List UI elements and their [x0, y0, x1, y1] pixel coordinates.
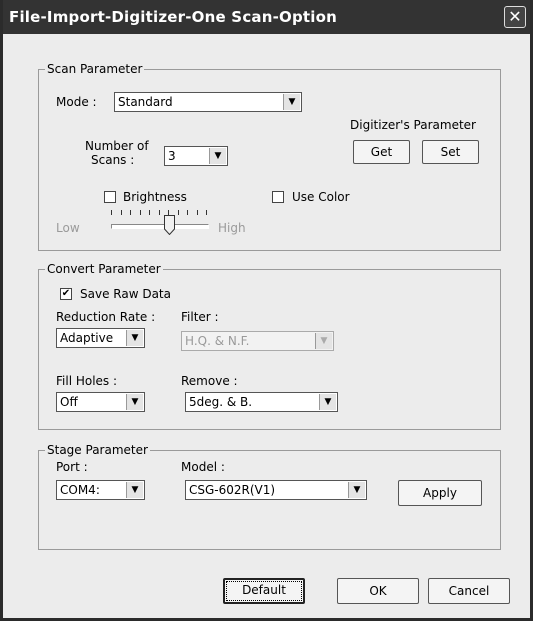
model-label: Model : — [181, 460, 225, 474]
scans-select[interactable]: 3 ▼ — [164, 146, 228, 166]
digitizer-parameter-label: Digitizer's Parameter — [350, 118, 476, 132]
filter-select[interactable]: H.Q. & N.F. ▼ — [181, 331, 334, 351]
use-color-checkbox[interactable] — [272, 191, 284, 203]
slider-tick — [111, 210, 112, 215]
brightness-label: Brightness — [123, 190, 187, 204]
model-value: CSG-602R(V1) — [189, 483, 276, 497]
scans-label: Scans : — [91, 153, 135, 167]
port-select[interactable]: COM4: ▼ — [56, 480, 145, 500]
chevron-down-icon[interactable]: ▼ — [283, 94, 300, 110]
default-button[interactable]: Default — [223, 578, 305, 604]
brightness-checkbox[interactable] — [104, 191, 116, 203]
convert-parameter-title: Convert Parameter — [45, 262, 163, 276]
ok-button[interactable]: OK — [337, 578, 419, 604]
filter-label: Filter : — [181, 310, 219, 324]
filter-value: H.Q. & N.F. — [185, 334, 250, 348]
get-button[interactable]: Get — [353, 140, 410, 164]
window-title: File-Import-Digitizer-One Scan-Option — [9, 8, 338, 26]
chevron-down-icon[interactable]: ▼ — [126, 330, 143, 346]
chevron-down-icon[interactable]: ▼ — [348, 482, 365, 498]
chevron-down-icon[interactable]: ▼ — [126, 394, 143, 410]
stage-parameter-group: Stage Parameter Port : COM4: ▼ Model : C… — [38, 443, 501, 550]
slider-tick — [187, 210, 188, 215]
slider-tick — [177, 210, 179, 215]
slider-tick — [196, 210, 198, 215]
fill-holes-label: Fill Holes : — [56, 374, 118, 388]
reduction-rate-label: Reduction Rate : — [56, 310, 156, 324]
reduction-rate-value: Adaptive — [60, 331, 114, 345]
fill-holes-select[interactable]: Off ▼ — [56, 392, 145, 412]
save-raw-data-checkbox[interactable]: ✔ — [60, 288, 72, 300]
reduction-rate-select[interactable]: Adaptive ▼ — [56, 328, 145, 348]
port-label: Port : — [56, 460, 88, 474]
convert-parameter-group: Convert Parameter ✔ Save Raw Data Reduct… — [38, 262, 501, 430]
use-color-label: Use Color — [292, 190, 350, 204]
apply-button[interactable]: Apply — [398, 480, 482, 506]
high-label: High — [218, 221, 246, 235]
number-of-scans-label: Number of — [85, 139, 149, 153]
slider-tick — [120, 210, 122, 215]
cancel-button[interactable]: Cancel — [428, 578, 510, 604]
low-label: Low — [56, 221, 80, 235]
slider-tick — [168, 210, 169, 215]
port-value: COM4: — [60, 483, 100, 497]
slider-tick — [130, 210, 131, 215]
mode-value: Standard — [118, 95, 173, 109]
close-icon[interactable]: ✕ — [504, 6, 526, 28]
remove-select[interactable]: 5deg. & B. ▼ — [185, 392, 338, 412]
brightness-slider[interactable] — [111, 208, 211, 238]
dialog-window: File-Import-Digitizer-One Scan-Option ✕ … — [0, 0, 533, 621]
scans-value: 3 — [168, 149, 176, 163]
slider-track — [111, 224, 209, 229]
slider-tick — [206, 210, 207, 215]
save-raw-data-label: Save Raw Data — [80, 287, 171, 301]
chevron-down-icon[interactable]: ▼ — [319, 394, 336, 410]
slider-tick — [158, 210, 160, 215]
model-select[interactable]: CSG-602R(V1) ▼ — [185, 480, 367, 500]
slider-tick — [139, 210, 141, 215]
remove-value: 5deg. & B. — [189, 395, 253, 409]
scan-parameter-group: Scan Parameter Mode : Standard ▼ Digitiz… — [38, 62, 501, 251]
scan-parameter-title: Scan Parameter — [45, 62, 145, 76]
remove-label: Remove : — [181, 374, 238, 388]
chevron-down-icon[interactable]: ▼ — [209, 148, 226, 164]
mode-label: Mode : — [56, 95, 97, 109]
mode-select[interactable]: Standard ▼ — [114, 92, 302, 112]
fill-holes-value: Off — [60, 395, 78, 409]
set-button[interactable]: Set — [422, 140, 479, 164]
stage-parameter-title: Stage Parameter — [45, 443, 150, 457]
chevron-down-icon[interactable]: ▼ — [126, 482, 143, 498]
slider-tick — [149, 210, 150, 215]
slider-thumb[interactable] — [163, 215, 175, 235]
chevron-down-icon[interactable]: ▼ — [315, 333, 332, 349]
title-bar[interactable]: File-Import-Digitizer-One Scan-Option ✕ — [3, 0, 530, 34]
